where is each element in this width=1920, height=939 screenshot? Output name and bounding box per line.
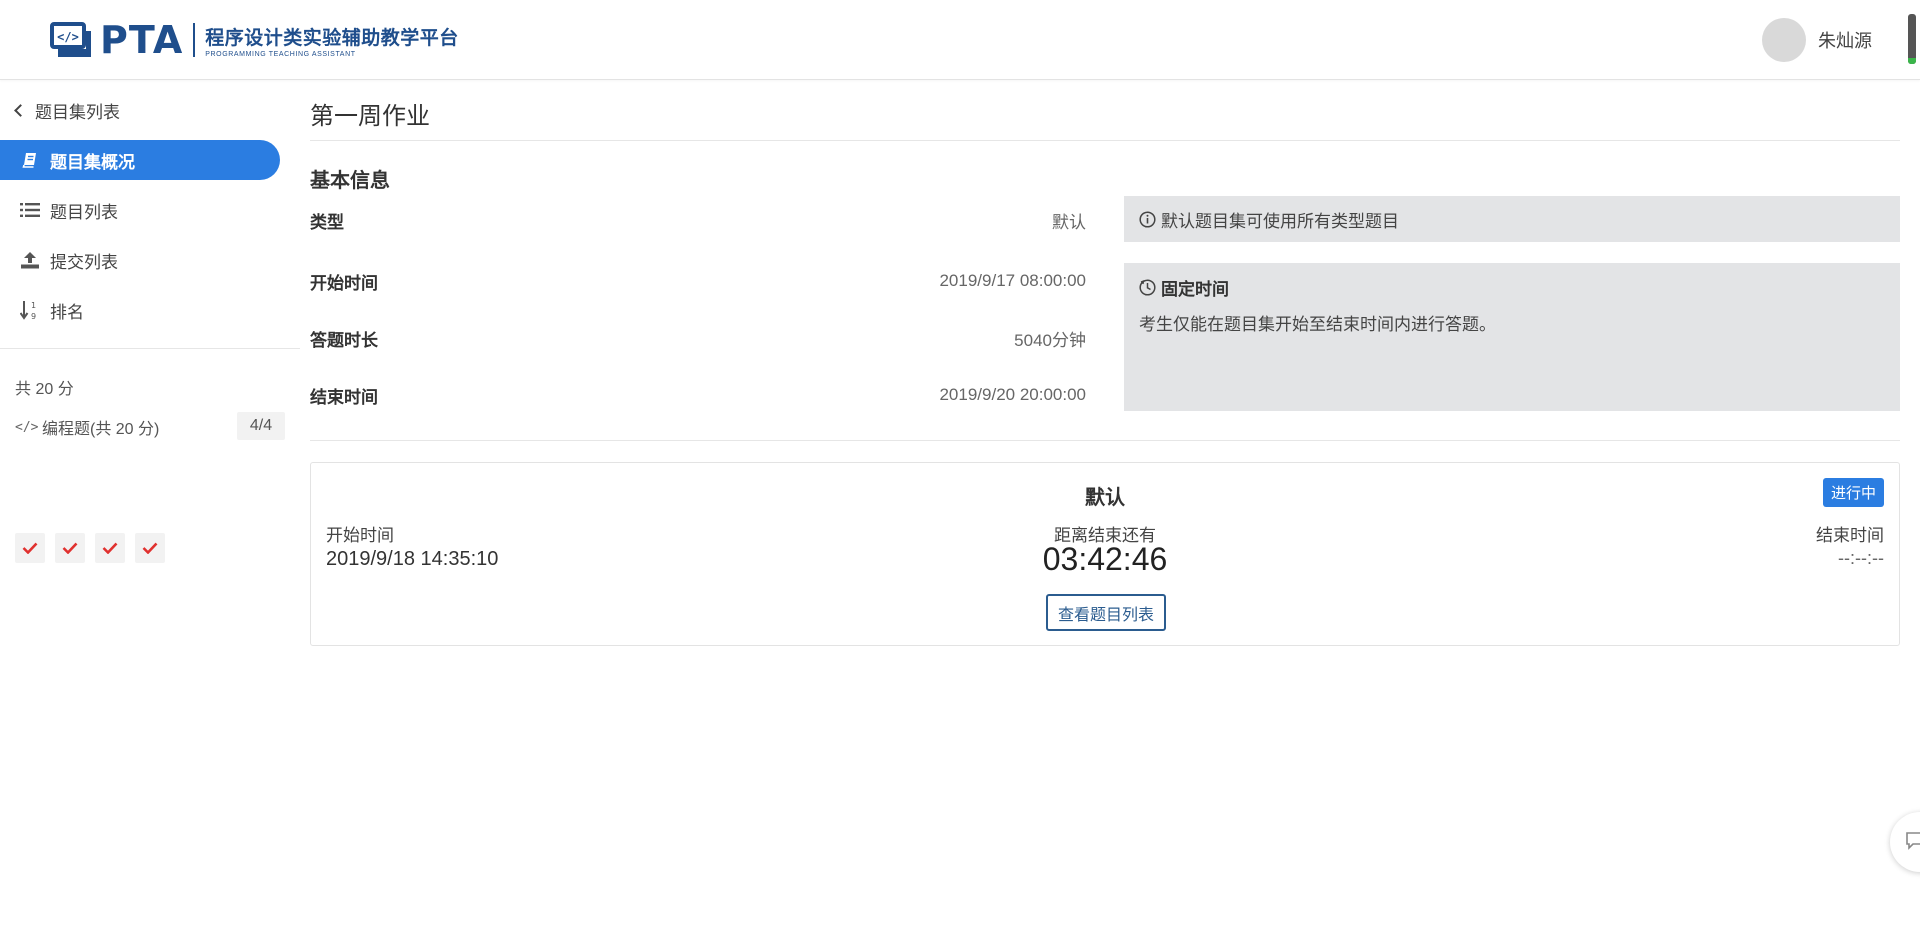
feedback-button[interactable] [1890,812,1920,872]
notice-fixed-time-body: 考生仅能在题目集开始至结束时间内进行答题。 [1139,315,1496,334]
problem-status-3[interactable] [95,533,125,563]
score-total: 共 20 分 [15,381,74,398]
book-icon [20,150,40,170]
category-count-badge: 4/4 [237,412,285,440]
sidebar: 题目集列表 题目集概况 题目列表 提交列表 19 排名 共 20 分 </> 编… [0,80,300,939]
code-monitor-icon: </> [50,21,92,59]
info-circle-icon [1139,210,1156,228]
sidebar-item-submissions[interactable]: 提交列表 [0,240,280,280]
problem-status-list [15,533,175,563]
info-value: 5040分钟 [1014,330,1086,350]
title-divider [310,140,1900,141]
sort-numeric-icon: 19 [20,300,40,320]
info-value: 2019/9/20 20:00:00 [939,385,1086,404]
logo-subtitle: 程序设计类实验辅助教学平台 PROGRAMMING TEACHING ASSIS… [205,23,459,58]
list-icon [20,200,40,220]
sidebar-item-label: 题目列表 [50,202,118,222]
notice-title-text: 固定时间 [1161,280,1229,299]
category-label: 编程题(共 20 分) [42,421,160,438]
category-programming[interactable]: </> 编程题(共 20 分) 4/4 [15,412,285,442]
info-value: 默认 [1052,212,1086,232]
info-row-start-time: 开始时间 2019/9/17 08:00:00 [310,267,1086,295]
info-label: 结束时间 [310,387,378,407]
status-badge: 进行中 [1822,478,1884,507]
scrollbar-thumb[interactable] [1908,14,1916,64]
svg-text:</>: </> [57,30,79,44]
check-icon [102,542,118,554]
avatar[interactable] [1762,18,1806,62]
logo-text: PTA [100,18,184,62]
logo-subtitle-cn: 程序设计类实验辅助教学平台 [205,27,459,49]
countdown-timer: 03:42:46 [1042,541,1168,577]
session-title: 默认 [1085,487,1125,509]
page-title: 第一周作业 [310,103,430,130]
problem-status-2[interactable] [55,533,85,563]
back-link-label: 题目集列表 [35,103,120,122]
top-header: </> PTA 程序设计类实验辅助教学平台 PROGRAMMING TEACHI… [0,0,1920,80]
check-icon [62,542,78,554]
info-row-end-time: 结束时间 2019/9/20 20:00:00 [310,381,1086,409]
problem-status-4[interactable] [135,533,165,563]
info-label: 开始时间 [310,273,378,293]
logo-subtitle-en: PROGRAMMING TEACHING ASSISTANT [205,50,356,58]
sidebar-nav: 题目集概况 题目列表 提交列表 19 排名 [0,140,280,340]
sidebar-item-label: 题目集概况 [50,152,135,172]
sidebar-item-label: 提交列表 [50,252,118,272]
view-problem-list-button[interactable]: 查看题目列表 [1046,594,1166,631]
code-icon: </> [15,419,39,435]
info-row-type: 类型 默认 [310,206,1086,234]
notice-type: 默认题目集可使用所有类型题目 [1124,196,1900,242]
sidebar-item-ranking[interactable]: 19 排名 [0,290,280,330]
sidebar-item-overview[interactable]: 题目集概况 [0,140,280,180]
session-end-label: 结束时间 [1816,526,1884,545]
session-end-value: --:--:-- [1838,548,1884,568]
logo-divider [193,23,196,57]
notice-type-text: 默认题目集可使用所有类型题目 [1161,211,1399,231]
info-row-duration: 答题时长 5040分钟 [310,324,1086,352]
sidebar-divider [0,348,300,349]
sidebar-item-label: 排名 [50,302,84,322]
check-icon [142,542,158,554]
info-label: 答题时长 [310,330,378,350]
session-card: 默认 进行中 开始时间 2019/9/18 14:35:10 距离结束还有 03… [310,462,1900,646]
check-icon [22,542,38,554]
svg-text:9: 9 [31,312,36,320]
upload-icon [20,250,40,270]
user-name[interactable]: 朱灿源 [1818,27,1872,53]
problem-status-1[interactable] [15,533,45,563]
feedback-icon [1906,832,1920,850]
svg-text:1: 1 [31,301,36,310]
notice-fixed-time: 固定时间 考生仅能在题目集开始至结束时间内进行答题。 [1124,263,1900,411]
section-divider [310,440,1900,441]
pta-logo[interactable]: </> PTA 程序设计类实验辅助教学平台 PROGRAMMING TEACHI… [50,18,459,62]
back-to-problem-sets-link[interactable]: 题目集列表 [14,98,120,123]
notice-fixed-time-title: 固定时间 [1139,275,1885,300]
sidebar-item-problem-list[interactable]: 题目列表 [0,190,280,230]
user-menu[interactable]: 朱灿源 [1762,18,1872,62]
section-title-basic-info: 基本信息 [310,170,390,192]
info-value: 2019/9/17 08:00:00 [939,271,1086,290]
chevron-left-icon [14,104,27,117]
clock-icon [1139,279,1156,296]
info-label: 类型 [310,212,344,232]
